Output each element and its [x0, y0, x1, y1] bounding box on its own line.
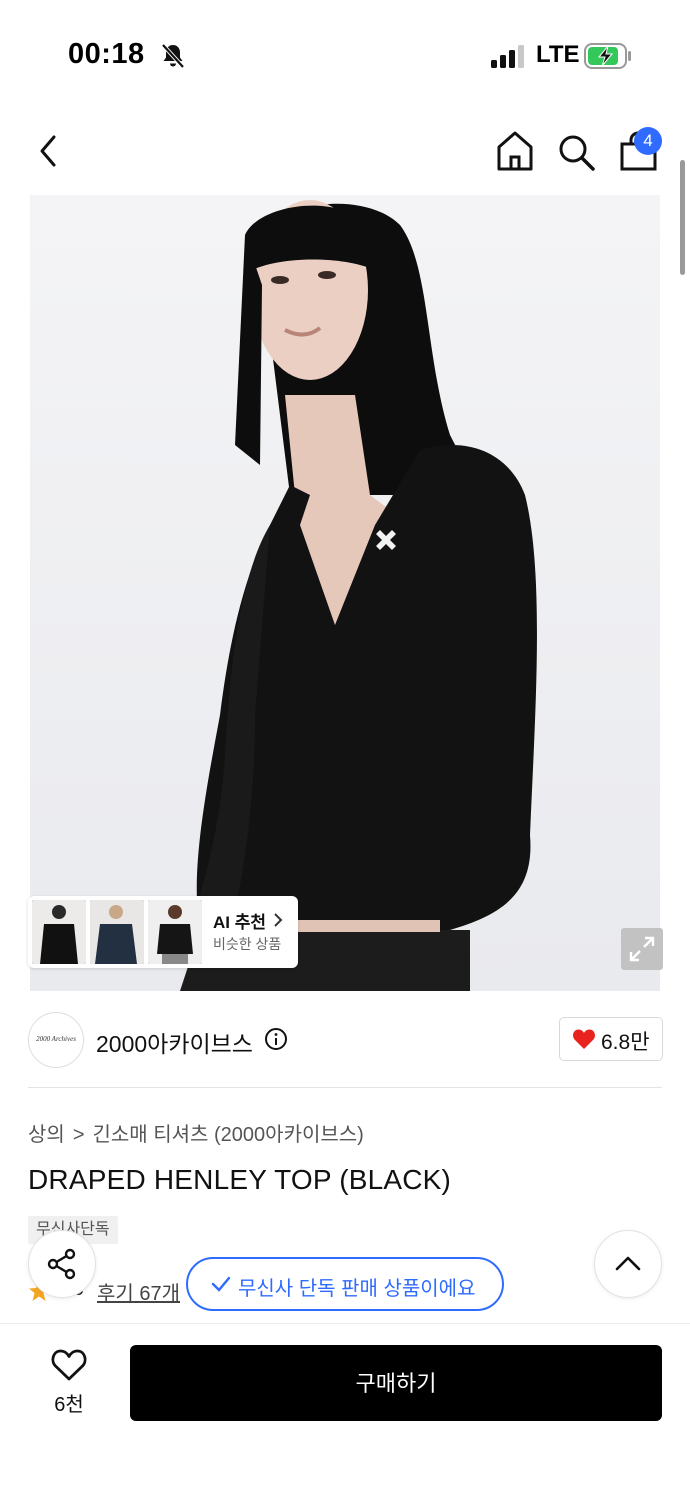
brand-name[interactable]: 2000아카이브스	[96, 1025, 253, 1059]
brand-like-count: 6.8만	[601, 1031, 650, 1054]
toast-message: 무신사 단독 판매 상품이에요	[238, 1278, 476, 1300]
breadcrumb-category[interactable]: 상의	[28, 1118, 65, 1147]
recommend-thumb[interactable]	[90, 900, 144, 964]
brand-like-button[interactable]: 6.8만	[559, 1017, 663, 1061]
wish-count: 6천	[54, 1394, 84, 1416]
expand-icon[interactable]	[621, 928, 663, 970]
chevron-right-icon	[274, 913, 283, 927]
network-type: LTE	[536, 41, 580, 68]
brand-logo[interactable]: 2000 Archives	[28, 1012, 84, 1068]
info-icon[interactable]	[264, 1027, 288, 1051]
chevron-left-icon[interactable]	[34, 132, 64, 170]
signal-icon	[491, 45, 524, 68]
chevron-right-icon: >	[72, 1124, 85, 1146]
cart-count-badge: 4	[634, 127, 662, 155]
divider	[28, 1087, 662, 1088]
scrollbar[interactable]	[680, 160, 685, 275]
model-illustration	[180, 200, 537, 991]
brand-logo-text: 2000 Archives	[36, 1035, 76, 1043]
ai-recommend-subtitle: 비슷한 상품	[213, 936, 282, 952]
review-count-link[interactable]: 후기 67개	[97, 1277, 180, 1306]
buy-button[interactable]: 구매하기	[130, 1345, 662, 1421]
breadcrumb: 상의 > 긴소매 티셔츠 (2000아카이브스)	[28, 1118, 364, 1147]
product-title: DRAPED HENLEY TOP (BLACK)	[28, 1164, 452, 1195]
product-main-image[interactable]	[30, 195, 660, 991]
battery-charging-icon	[584, 43, 631, 69]
exclusive-toast: 무신사 단독 판매 상품이에요	[186, 1257, 504, 1311]
search-icon[interactable]	[556, 132, 596, 172]
share-icon	[47, 1248, 76, 1280]
scroll-top-button[interactable]	[594, 1230, 662, 1298]
breadcrumb-subcategory[interactable]: 긴소매 티셔츠 (2000아카이브스)	[93, 1118, 364, 1147]
status-time: 00:18	[68, 38, 145, 70]
ai-recommend-title: AI 추천	[213, 913, 267, 932]
recommend-thumb[interactable]	[148, 900, 202, 964]
bell-off-icon	[161, 43, 185, 69]
heart-outline-icon[interactable]	[51, 1348, 87, 1382]
recommend-thumb[interactable]	[32, 900, 86, 964]
check-icon	[211, 1276, 231, 1292]
chevron-up-icon	[615, 1256, 641, 1271]
ai-recommend-card[interactable]: AI 추천 비슷한 상품	[28, 896, 298, 968]
home-icon[interactable]	[495, 130, 535, 172]
heart-filled-icon	[573, 1029, 595, 1049]
share-button[interactable]	[28, 1230, 96, 1298]
